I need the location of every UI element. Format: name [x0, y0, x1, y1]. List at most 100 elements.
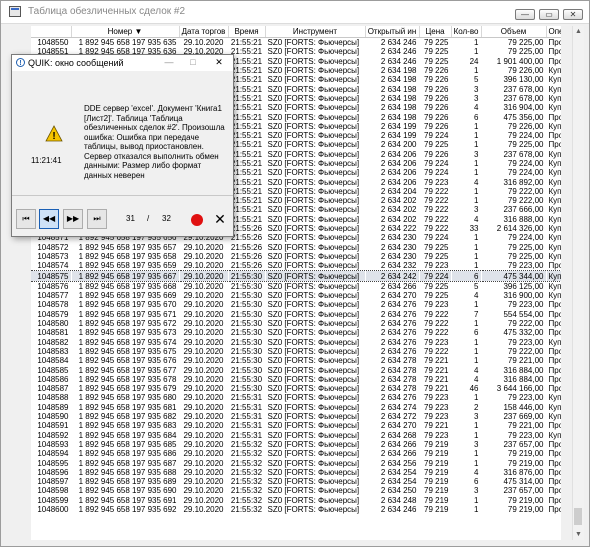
- table-row[interactable]: 1048580 1 892 945 658 197 935 672 29.10.20…: [31, 319, 561, 328]
- table-row[interactable]: 1048583 1 892 945 658 197 935 675 29.10.20…: [31, 347, 561, 356]
- close-messages-button[interactable]: ✕: [211, 210, 229, 228]
- table-row[interactable]: 1048572 1 892 945 658 197 935 657 29.10.20…: [31, 243, 561, 252]
- next-message-button[interactable]: ▶▶: [63, 209, 83, 229]
- column-header-instrument[interactable]: Инструмент: [265, 26, 366, 38]
- table-cell: SZ0 [FORTS: Фьючерсы]: [267, 449, 360, 459]
- table-cell: 1 892 945 658 197 935 658: [78, 251, 177, 261]
- table-row[interactable]: 1048585 1 892 945 658 197 935 677 29.10.20…: [31, 365, 561, 375]
- table-row[interactable]: 1048597 1 892 945 658 197 935 689 29.10.20…: [31, 477, 561, 486]
- table-row[interactable]: 1048596 1 892 945 658 197 935 688 29.10.20…: [31, 468, 561, 477]
- table-cell: 1 892 945 658 197 935 672: [78, 319, 177, 329]
- scroll-down-arrow-icon[interactable]: ▼: [573, 529, 584, 540]
- table-row[interactable]: 1048573 1 892 945 658 197 935 658 29.10.20…: [31, 252, 561, 261]
- table-cell: 2 634 246: [380, 47, 417, 57]
- minimize-button[interactable]: —: [515, 9, 535, 20]
- table-row[interactable]: 1048579 1 892 945 658 197 935 671 29.10.20…: [31, 310, 561, 319]
- table-row[interactable]: 1048576 1 892 945 658 197 935 668 29.10.20…: [31, 281, 561, 291]
- table-cell: 2 634 199: [380, 131, 417, 141]
- vertical-scrollbar[interactable]: ▲ ▼: [572, 26, 584, 540]
- dialog-titlebar[interactable]: ! QUIK: окно сообщений — □ ✕: [12, 55, 233, 71]
- table-cell: SZ0 [FORTS: Фьючерсы]: [267, 374, 360, 384]
- table-cell: 2 634 202: [380, 196, 417, 206]
- table-cell: 21:55:31: [230, 393, 263, 403]
- table-row[interactable]: 1048584 1 892 945 658 197 935 676 29.10.20…: [31, 356, 561, 365]
- table-cell: 1 892 945 658 197 935 686: [78, 449, 177, 459]
- table-row[interactable]: 1048586 1 892 945 658 197 935 678 29.10.20…: [31, 375, 561, 384]
- table-cell: SZ0 [FORTS: Фьючерсы]: [267, 281, 360, 291]
- table-cell: 1 892 945 658 197 935 674: [78, 337, 177, 347]
- scrollbar-thumb[interactable]: [574, 508, 582, 525]
- table-cell: 29.10.2020: [183, 439, 224, 449]
- column-header-number[interactable]: Номер ▼: [71, 26, 180, 38]
- dialog-close-button[interactable]: ✕: [210, 56, 228, 69]
- table-cell: SZ0 [FORTS: Фьючерсы]: [267, 467, 360, 477]
- table-row[interactable]: 1048591 1 892 945 658 197 935 683 29.10.20…: [31, 421, 561, 430]
- table-cell: 1: [474, 233, 479, 243]
- table-cell: 79 225,00: [507, 140, 544, 150]
- table-row[interactable]: 1048598 1 892 945 658 197 935 690 29.10.20…: [31, 486, 561, 495]
- table-cell: 79 224,00: [507, 233, 544, 243]
- table-row[interactable]: 1048588 1 892 945 658 197 935 680 29.10.20…: [31, 393, 561, 402]
- table-cell: 29.10.2020: [183, 281, 224, 291]
- table-row[interactable]: 1048589 1 892 945 658 197 935 681 29.10.20…: [31, 403, 561, 412]
- scroll-up-arrow-icon[interactable]: ▲: [573, 26, 584, 37]
- column-header-date[interactable]: Дата торгов: [179, 26, 229, 38]
- first-message-button[interactable]: ⏮: [16, 209, 36, 229]
- table-row[interactable]: 1048582 1 892 945 658 197 935 674 29.10.20…: [31, 338, 561, 347]
- record-icon[interactable]: [187, 210, 207, 230]
- table-cell: 29.10.2020: [183, 486, 224, 496]
- table-cell: 79 219: [424, 504, 449, 514]
- table-row[interactable]: 1048592 1 892 945 658 197 935 684 29.10.20…: [31, 430, 561, 440]
- column-header-id[interactable]: [31, 26, 72, 38]
- table-cell: 79 221: [424, 365, 449, 375]
- column-header-quantity[interactable]: Кол-во: [451, 26, 482, 38]
- table-cell: 1: [474, 430, 479, 440]
- table-cell: 1048585: [37, 365, 69, 375]
- table-cell: 1048589: [37, 402, 69, 412]
- table-cell: 1 892 945 658 197 935 688: [78, 467, 177, 477]
- table-cell: 79 225: [424, 47, 449, 57]
- table-cell: Продажа: [548, 458, 562, 468]
- table-row[interactable]: 1048587 1 892 945 658 197 935 679 29.10.20…: [31, 384, 561, 393]
- column-header-operation[interactable]: Операция: [546, 26, 561, 38]
- dialog-minimize-button[interactable]: —: [160, 56, 178, 69]
- table-cell: 79 223: [424, 337, 449, 347]
- table-cell: 21:55:32: [230, 495, 263, 505]
- table-cell: 79 226: [424, 149, 449, 159]
- column-header-volume[interactable]: Объем: [481, 26, 547, 38]
- last-message-button[interactable]: ⏭: [87, 209, 107, 229]
- table-cell: 21:55:26: [230, 261, 263, 271]
- table-cell: Купля: [548, 84, 562, 94]
- table-cell: 237 678,00: [503, 93, 544, 103]
- table-row[interactable]: 1048575 1 892 945 658 197 935 667 29.10.20…: [31, 270, 561, 282]
- table-row[interactable]: 1048577 1 892 945 658 197 935 669 29.10.20…: [31, 291, 561, 300]
- table-cell: SZ0 [FORTS: Фьючерсы]: [267, 319, 360, 329]
- table-row[interactable]: 1048574 1 892 945 658 197 935 659 29.10.20…: [31, 261, 561, 271]
- table-row[interactable]: 1048599 1 892 945 658 197 935 691 29.10.20…: [31, 496, 561, 505]
- table-row[interactable]: 1048595 1 892 945 658 197 935 687 29.10.20…: [31, 458, 562, 468]
- table-row[interactable]: 1048550 1 892 945 658 197 935 635 29.10.20…: [31, 38, 561, 48]
- table-cell: 1048598: [37, 486, 69, 496]
- column-header-price[interactable]: Цена: [419, 26, 452, 38]
- dialog-maximize-button[interactable]: □: [184, 56, 202, 69]
- table-cell: 79 219: [424, 486, 449, 496]
- table-cell: 79 225,00: [507, 251, 544, 261]
- table-cell: 1: [474, 495, 479, 505]
- table-cell: 475 314,00: [503, 477, 544, 487]
- column-header-time[interactable]: Время: [228, 26, 266, 38]
- table-cell: 2 634 266: [380, 439, 417, 449]
- table-row[interactable]: 1048594 1 892 945 658 197 935 686 29.10.20…: [31, 449, 561, 458]
- window-titlebar[interactable]: Таблица обезличенных сделок #2 — ▭ ✕: [1, 1, 589, 24]
- table-row[interactable]: 1048581 1 892 945 658 197 935 673 29.10.20…: [31, 328, 561, 337]
- table-row[interactable]: 1048578 1 892 945 658 197 935 670 29.10.20…: [31, 300, 561, 309]
- table-row[interactable]: 1048593 1 892 945 658 197 935 685 29.10.20…: [31, 440, 561, 449]
- table-cell: SZ0 [FORTS: Фьючерсы]: [267, 439, 360, 449]
- close-button[interactable]: ✕: [563, 9, 583, 20]
- table-cell: SZ0 [FORTS: Фьючерсы]: [267, 365, 360, 375]
- column-header-open-interest[interactable]: Открытый ин: [365, 26, 420, 38]
- dialog-divider: [12, 195, 233, 196]
- table-row[interactable]: 1048590 1 892 945 658 197 935 682 29.10.20…: [31, 412, 561, 421]
- previous-message-button[interactable]: ◀◀: [39, 209, 59, 229]
- table-row[interactable]: 1048600 1 892 945 658 197 935 692 29.10.20…: [31, 505, 561, 514]
- maximize-button[interactable]: ▭: [539, 9, 559, 20]
